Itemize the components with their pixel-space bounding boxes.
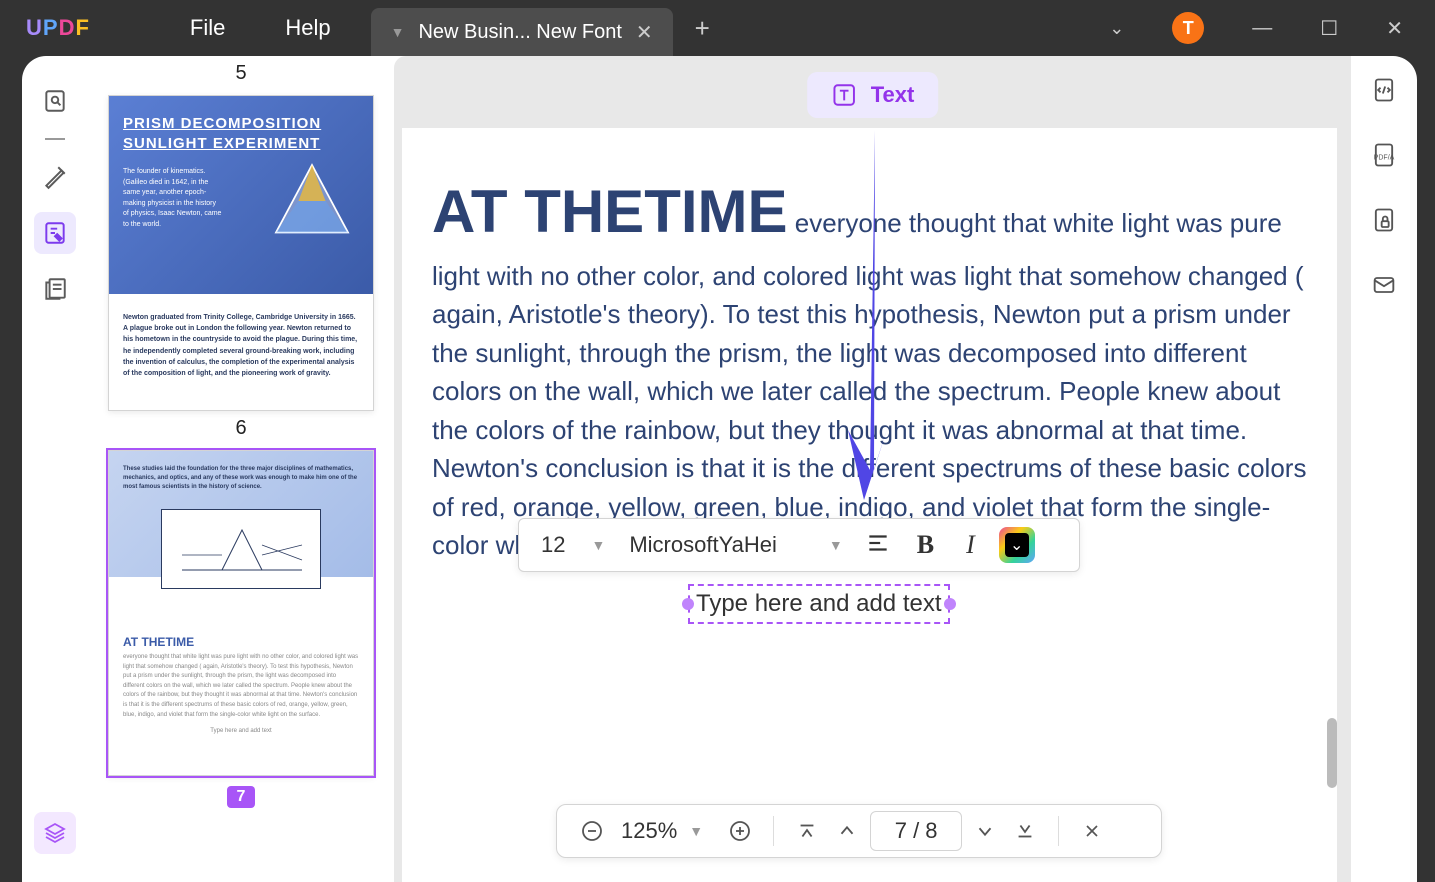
thumbnail-page-5[interactable]: PRISM DECOMPOSITION SUNLIGHT EXPERIMENT … — [108, 95, 374, 411]
resize-handle-left[interactable] — [682, 598, 694, 610]
thumb-5-bottom-text: Newton graduated from Trinity College, C… — [109, 294, 373, 397]
align-left-icon[interactable] — [855, 530, 901, 561]
divider — [773, 816, 774, 846]
font-family-value[interactable]: MicrosoftYaHei — [617, 532, 811, 558]
logo-u: U — [26, 15, 43, 40]
scrollbar-thumb[interactable] — [1327, 718, 1337, 788]
first-page-icon[interactable] — [790, 814, 824, 848]
thumb-5-subtext: The founder of kinematics. (Galileo died… — [123, 167, 223, 230]
page-indicator[interactable]: 7 / 8 — [870, 811, 962, 851]
avatar[interactable]: T — [1172, 12, 1204, 44]
text-icon — [831, 82, 857, 108]
italic-button[interactable]: I — [950, 530, 991, 560]
window-controls: ⌄ T — ☐ ✕ — [1109, 12, 1403, 44]
tab-dropdown-icon[interactable]: ▼ — [391, 24, 405, 40]
tab-close-icon[interactable]: ✕ — [636, 20, 653, 45]
app-logo: UPDF — [26, 15, 90, 41]
thumb-7-heading: AT THETIME — [123, 635, 194, 649]
next-page-icon[interactable] — [968, 814, 1002, 848]
badge-wrap: 7 — [108, 776, 374, 808]
page-heading: AT THETIME — [432, 178, 788, 245]
layers-icon[interactable] — [34, 812, 76, 854]
thumb-5-title: PRISM DECOMPOSITION SUNLIGHT EXPERIMENT — [123, 114, 359, 153]
resize-handle-right[interactable] — [944, 598, 956, 610]
close-bar-icon[interactable] — [1075, 814, 1109, 848]
prism-icon — [267, 156, 357, 246]
annotation-arrow — [830, 130, 910, 530]
logo-p: P — [43, 15, 59, 40]
tabs: ▼ New Busin... New Font ✕ + — [371, 0, 710, 56]
zoom-value[interactable]: 125% — [615, 818, 683, 844]
logo-d: D — [59, 15, 76, 40]
add-tab-icon[interactable]: + — [695, 13, 710, 44]
tab-title: New Busin... New Font — [418, 21, 621, 44]
thumb-label-6: 6 — [108, 411, 374, 450]
main-menu: File Help — [190, 15, 331, 41]
zoom-in-icon[interactable] — [723, 814, 757, 848]
window-dropdown-icon[interactable]: ⌄ — [1109, 18, 1124, 39]
thumbnail-page-7[interactable]: These studies laid the foundation for th… — [108, 450, 374, 776]
thumb-7-typehere: Type here and add text — [123, 728, 359, 734]
highlighter-icon[interactable] — [34, 156, 76, 198]
maximize-icon[interactable]: ☐ — [1320, 16, 1338, 41]
svg-text:PDF/A: PDF/A — [1374, 155, 1395, 162]
bold-button[interactable]: B — [901, 530, 950, 560]
menu-file[interactable]: File — [190, 15, 225, 41]
thumb-7-bottom: AT THETIME everyone thought that white l… — [109, 577, 373, 748]
edit-text-icon[interactable] — [34, 212, 76, 254]
text-input-box[interactable]: Type here and add text — [688, 584, 950, 624]
zoom-nav-bar: 125% ▼ 7 / 8 — [556, 804, 1162, 858]
thumb-5-top: PRISM DECOMPOSITION SUNLIGHT EXPERIMENT … — [109, 96, 373, 294]
current-page-badge: 7 — [227, 786, 256, 808]
menu-help[interactable]: Help — [285, 15, 330, 41]
workspace: 5 PRISM DECOMPOSITION SUNLIGHT EXPERIMEN… — [22, 56, 1417, 882]
font-family-dropdown-icon[interactable]: ▼ — [829, 537, 843, 553]
chevron-down-icon: ⌄ — [1005, 533, 1029, 557]
logo-f: F — [75, 15, 89, 40]
text-mode-label: Text — [871, 82, 915, 108]
divider — [45, 138, 65, 140]
prev-page-icon[interactable] — [830, 814, 864, 848]
pages-icon[interactable] — [34, 268, 76, 310]
thumbnails-panel: 5 PRISM DECOMPOSITION SUNLIGHT EXPERIMEN… — [88, 56, 394, 882]
font-size-dropdown-icon[interactable]: ▼ — [591, 537, 605, 553]
main-view: Text AT THETIME everyone thought that wh… — [394, 56, 1351, 882]
right-sidebar: PDF/A — [1351, 56, 1417, 882]
thumb-7-diagram — [161, 509, 321, 589]
text-mode-pill[interactable]: Text — [807, 72, 939, 118]
titlebar: UPDF File Help ▼ New Busin... New Font ✕… — [0, 0, 1435, 56]
document-tab[interactable]: ▼ New Busin... New Font ✕ — [371, 8, 673, 56]
magnify-page-icon[interactable] — [34, 80, 76, 122]
thumb-7-top: These studies laid the foundation for th… — [109, 451, 373, 577]
left-sidebar — [22, 56, 88, 882]
text-format-toolbar: 12 ▼ MicrosoftYaHei ▼ B I ⌄ — [518, 518, 1080, 572]
last-page-icon[interactable] — [1008, 814, 1042, 848]
divider — [1058, 816, 1059, 846]
page-view: AT THETIME everyone thought that white l… — [402, 128, 1337, 882]
text-input-placeholder: Type here and add text — [696, 590, 942, 617]
zoom-dropdown-icon[interactable]: ▼ — [689, 823, 703, 839]
font-size-value[interactable]: 12 — [533, 532, 573, 558]
zoom-out-icon[interactable] — [575, 814, 609, 848]
color-picker-button[interactable]: ⌄ — [999, 527, 1035, 563]
pdfa-icon[interactable]: PDF/A — [1370, 141, 1398, 174]
convert-icon[interactable] — [1370, 76, 1398, 109]
mail-icon[interactable] — [1370, 271, 1398, 304]
close-icon[interactable]: ✕ — [1386, 16, 1403, 41]
thumb-label-5: 5 — [108, 56, 374, 95]
minimize-icon[interactable]: — — [1252, 17, 1272, 40]
thumb-7-toptext: These studies laid the foundation for th… — [123, 465, 359, 492]
thumb-7-para: everyone thought that white light was pu… — [123, 653, 359, 720]
lock-doc-icon[interactable] — [1370, 206, 1398, 239]
